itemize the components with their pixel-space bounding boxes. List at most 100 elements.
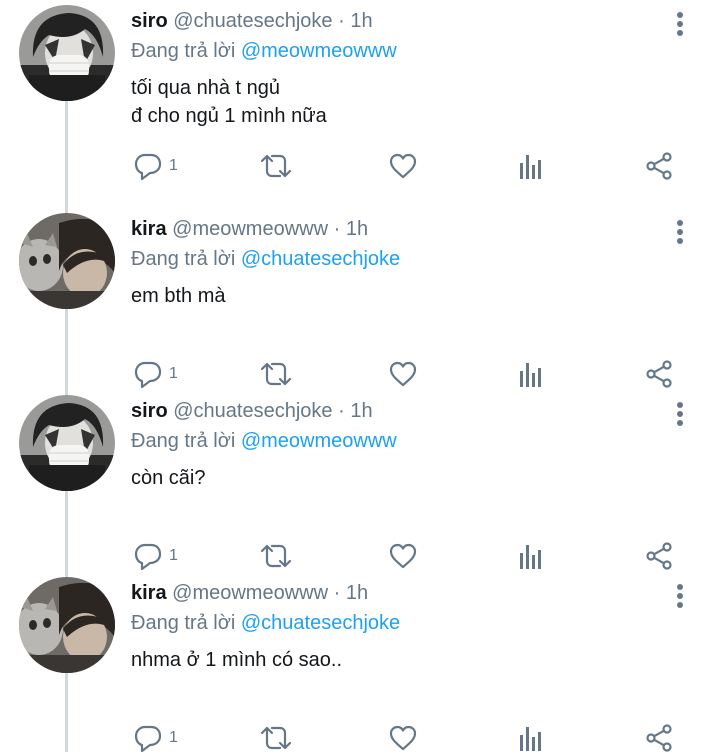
like-button[interactable] <box>388 150 418 182</box>
reply-icon <box>134 361 162 389</box>
tweet[interactable]: kira @meowmeowww · 1h Đang trả lời @chua… <box>0 572 720 754</box>
reply-count: 1 <box>169 729 178 746</box>
like-button[interactable] <box>388 540 418 572</box>
like-button[interactable] <box>388 358 418 390</box>
reply-button[interactable]: 1 <box>133 540 178 572</box>
share-button[interactable] <box>644 722 674 754</box>
tweet-actions: 1 <box>0 722 720 754</box>
analytics-icon <box>520 727 541 751</box>
avatar[interactable] <box>19 395 115 491</box>
analytics-button[interactable] <box>517 358 545 390</box>
user-handle[interactable]: @chuatesechjoke <box>173 400 332 422</box>
separator-dot: · <box>338 10 345 32</box>
reply-mention[interactable]: @meowmeowww <box>241 40 397 62</box>
reply-icon <box>134 153 162 181</box>
share-button[interactable] <box>644 150 674 182</box>
display-name[interactable]: kira <box>131 218 167 240</box>
replying-to-label: Đang trả lời <box>131 248 236 270</box>
tweet[interactable]: kira @meowmeowww · 1h Đang trả lời @chua… <box>0 208 720 390</box>
retweet-icon <box>260 544 292 568</box>
heart-icon <box>389 153 417 179</box>
user-handle[interactable]: @meowmeowww <box>172 218 328 240</box>
like-button[interactable] <box>388 722 418 754</box>
avatar[interactable] <box>19 213 115 309</box>
share-icon <box>646 724 672 752</box>
retweet-button[interactable] <box>259 722 293 754</box>
timestamp[interactable]: 1h <box>350 10 372 32</box>
tweet-text-line: đ cho ngủ 1 mình nữa <box>131 105 327 127</box>
share-button[interactable] <box>644 540 674 572</box>
separator-dot: · <box>338 400 345 422</box>
analytics-icon <box>520 545 541 569</box>
tweet-text: tối qua nhà t ngủ đ cho ngủ 1 mình nữa <box>131 74 327 130</box>
reply-button[interactable]: 1 <box>133 358 178 390</box>
more-vertical-icon <box>677 402 683 426</box>
share-button[interactable] <box>644 358 674 390</box>
retweet-button[interactable] <box>259 150 293 182</box>
more-vertical-icon <box>677 12 683 36</box>
share-icon <box>646 360 672 388</box>
more-options-button[interactable] <box>670 10 690 38</box>
siro-avatar-image <box>19 5 115 101</box>
user-handle[interactable]: @chuatesechjoke <box>173 10 332 32</box>
reply-icon <box>134 725 162 753</box>
display-name[interactable]: siro <box>131 10 168 32</box>
user-handle[interactable]: @meowmeowww <box>172 582 328 604</box>
more-options-button[interactable] <box>670 400 690 428</box>
analytics-button[interactable] <box>517 150 545 182</box>
retweet-button[interactable] <box>259 358 293 390</box>
replying-to-label: Đang trả lời <box>131 612 236 634</box>
replying-to-label: Đang trả lời <box>131 40 236 62</box>
tweet-text-line: em bth mà <box>131 285 226 307</box>
more-options-button[interactable] <box>670 582 690 610</box>
tweet-header: kira @meowmeowww · 1h <box>131 580 368 606</box>
more-options-button[interactable] <box>670 218 690 246</box>
more-vertical-icon <box>677 220 683 244</box>
avatar[interactable] <box>19 577 115 673</box>
analytics-button[interactable] <box>517 722 545 754</box>
separator-dot: · <box>333 582 341 604</box>
replying-to: Đang trả lời @meowmeowww <box>131 38 397 64</box>
share-icon <box>646 542 672 570</box>
display-name[interactable]: kira <box>131 582 167 604</box>
retweet-icon <box>260 726 292 750</box>
retweet-button[interactable] <box>259 540 293 572</box>
share-icon <box>646 152 672 180</box>
tweet-header: siro @chuatesechjoke · 1h <box>131 8 373 34</box>
reply-button[interactable]: 1 <box>133 722 178 754</box>
heart-icon <box>389 725 417 751</box>
timestamp[interactable]: 1h <box>346 218 368 240</box>
heart-icon <box>389 361 417 387</box>
tweet-text-line: còn cãi? <box>131 467 206 489</box>
tweet-text: còn cãi? <box>131 464 206 492</box>
reply-icon <box>134 543 162 571</box>
replying-to-label: Đang trả lời <box>131 430 236 452</box>
avatar[interactable] <box>19 5 115 101</box>
tweet-actions: 1 <box>0 358 720 390</box>
kira-avatar-image <box>19 213 115 309</box>
reply-button[interactable]: 1 <box>133 150 178 182</box>
tweet-text: em bth mà <box>131 282 225 310</box>
timestamp[interactable]: 1h <box>350 400 372 422</box>
tweet[interactable]: siro @chuatesechjoke · 1h Đang trả lời @… <box>0 0 720 182</box>
tweet-actions: 1 <box>0 150 720 182</box>
reply-mention[interactable]: @chuatesechjoke <box>241 612 400 634</box>
kira-avatar-image <box>19 577 115 673</box>
heart-icon <box>389 543 417 569</box>
tweet-header: kira @meowmeowww · 1h <box>131 216 368 242</box>
replying-to: Đang trả lời @chuatesechjoke <box>131 246 400 272</box>
replying-to: Đang trả lời @chuatesechjoke <box>131 610 400 636</box>
display-name[interactable]: siro <box>131 400 168 422</box>
analytics-button[interactable] <box>517 540 545 572</box>
tweet[interactable]: siro @chuatesechjoke · 1h Đang trả lời @… <box>0 390 720 572</box>
more-vertical-icon <box>677 584 683 608</box>
tweet-text: nhma ở 1 mình có sao.. <box>131 646 342 674</box>
reply-mention[interactable]: @meowmeowww <box>241 430 397 452</box>
analytics-icon <box>520 363 541 387</box>
replying-to: Đang trả lời @meowmeowww <box>131 428 397 454</box>
tweet-text-line: nhma ở 1 mình có sao.. <box>131 649 342 671</box>
retweet-icon <box>260 362 292 386</box>
tweet-header: siro @chuatesechjoke · 1h <box>131 398 373 424</box>
reply-mention[interactable]: @chuatesechjoke <box>241 248 400 270</box>
timestamp[interactable]: 1h <box>346 582 368 604</box>
